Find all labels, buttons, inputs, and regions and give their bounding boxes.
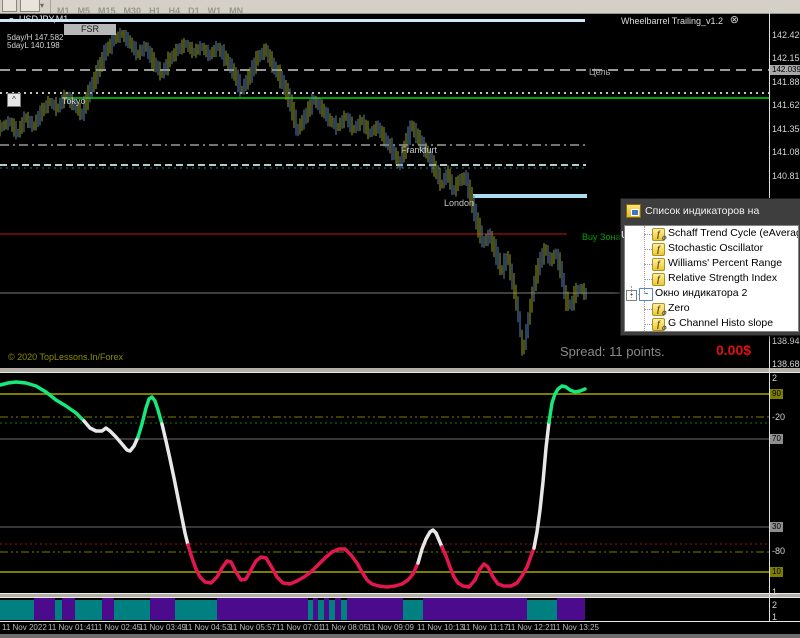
time-axis-label: 11 Nov 11:17: [462, 623, 509, 632]
time-axis-label: 11 Nov 04:53: [184, 623, 231, 632]
indicator-list-icon: [626, 204, 641, 218]
indicator-item-schaff-trend-cycle-eaverages-[interactable]: f⚙Schaff Trend Cycle (eAverages): [625, 226, 798, 242]
indicator-item-g-channel-histo-slope[interactable]: f ⚙ G Channel Histo slope: [625, 316, 798, 331]
osc-axis-label-2: 2: [772, 373, 778, 383]
time-axis-label: 11 Nov 03:49: [139, 623, 186, 632]
spread-label: Spread: 11 points.: [560, 344, 665, 359]
annotation-tokyo: Tokyo: [62, 96, 86, 106]
osc-axis-label-10: 10: [770, 567, 783, 577]
annotation-frankfurt: Frankfurt: [401, 145, 438, 155]
indicator-item-label: G Channel Histo slope: [668, 317, 774, 329]
time-axis-label: 11 Nov 02:45: [94, 623, 141, 632]
osc-axis-label-70: 70: [770, 434, 783, 444]
indicator-item-label: Williams' Percent Range: [668, 257, 783, 269]
pane2-axis-label-2: 2: [772, 600, 778, 610]
function-icon: f: [652, 273, 665, 286]
object-anchor-icon[interactable]: ^: [7, 93, 21, 107]
indicator-item-stochastic-oscillator[interactable]: f Stochastic Oscillator: [625, 241, 798, 256]
indicator-item-label: Zero: [668, 302, 690, 314]
indicator-item-окно-индикатора-2[interactable]: - ~ Окно индикатора 2: [625, 286, 798, 301]
time-axis-label: 11 Nov 2022: [2, 623, 47, 632]
annotation-london: London: [444, 198, 475, 208]
osc-axis-label-90: 90: [770, 389, 783, 399]
indicator-item-label: Stochastic Oscillator: [668, 242, 764, 254]
gear-icon: ⚙: [661, 326, 667, 332]
function-gear-icon: f ⚙: [652, 228, 666, 242]
osc-axis-label-30: 30: [770, 522, 783, 532]
function-gear-icon: f ⚙: [652, 318, 667, 332]
indicator-list-popup: Список индикаторов на USDJPY,M1 f⚙Schaff…: [620, 198, 800, 336]
indicator-item-williams-percent-range[interactable]: f Williams' Percent Range: [625, 256, 798, 271]
time-axis-label: 11 Nov 01:41: [48, 623, 95, 632]
price-axis-label-141.350: 141.350: [772, 124, 800, 134]
tree-connector: [644, 309, 652, 310]
day-low-label: 5dayL 140.198: [7, 41, 60, 50]
time-axis-label: 11 Nov 09:09: [367, 623, 414, 632]
pane2-axis-label-1: 1: [772, 612, 778, 622]
function-icon: f: [652, 243, 665, 256]
indicator-item-label: Relative Strength Index: [668, 272, 778, 284]
price-axis-label-138.945: 138.945: [772, 336, 800, 346]
price-axis-label-142.420: 142.420: [772, 30, 800, 40]
annotation-цель: Цель: [589, 67, 611, 77]
tree-connector-line: [644, 301, 645, 331]
price-axis-label-138.680: 138.680: [772, 359, 800, 369]
profit-label: 0.00$: [716, 342, 752, 358]
osc-axis-label--80: -80: [772, 546, 786, 556]
indicator-tree: f⚙Schaff Trend Cycle (eAverages)fStochas…: [624, 225, 799, 332]
tree-connector: [644, 234, 652, 235]
tree-connector-line: [631, 286, 632, 298]
fsr-label: FSR: [64, 24, 116, 35]
indicator-item-relative-strength-index[interactable]: f Relative Strength Index: [625, 271, 798, 286]
tree-connector: [644, 279, 652, 280]
price-axis-label-141.620: 141.620: [772, 100, 800, 110]
osc-axis-label-1: 1: [772, 587, 778, 597]
copyright-label: © 2020 TopLessons.In/Forex: [8, 352, 124, 362]
time-axis-label: 11 Nov 10:13: [417, 623, 464, 632]
tree-connector: [644, 324, 652, 325]
indicator-item-zero[interactable]: f ⚙ Zero: [625, 301, 798, 317]
osc-axis-label--20: -20: [772, 412, 786, 422]
window-bottom-border: [0, 634, 800, 638]
price-axis-label-140.815: 140.815: [772, 171, 800, 181]
popup-title-bar[interactable]: Список индикаторов на USDJPY,M1: [621, 199, 800, 241]
time-axis-label: 11 Nov 08:05: [321, 623, 368, 632]
function-gear-icon: f ⚙: [652, 303, 666, 317]
tree-connector: [644, 249, 652, 250]
mt4-terminal: ▾ M1 M5 M15 M30 H1 H4 D1 W1 MN ▼ USDJPY,M1 Wheelb…: [0, 0, 800, 638]
annotation-buy-зона: Buy Зона: [582, 232, 621, 242]
price-axis-label-142.039: 142.039: [770, 65, 800, 75]
price-axis-label-141.885: 141.885: [772, 77, 800, 87]
price-axis-label-142.155: 142.155: [772, 53, 800, 63]
time-axis-label: 11 Nov 05:57: [229, 623, 276, 632]
tree-connector-line: [644, 226, 645, 294]
indicator-item-label: Schaff Trend Cycle (eAverages): [668, 227, 798, 239]
indicator-item-label: Окно индикатора 2: [655, 287, 748, 299]
time-axis-label: 11 Nov 12:21: [507, 623, 554, 632]
price-axis-label-141.085: 141.085: [772, 147, 800, 157]
time-axis-label: 11 Nov 13:25: [552, 623, 599, 632]
indicator-window-icon: ~: [639, 288, 653, 301]
time-axis-label: 11 Nov 07:01: [276, 623, 323, 632]
function-icon: f: [652, 258, 665, 271]
tree-connector: [644, 264, 652, 265]
